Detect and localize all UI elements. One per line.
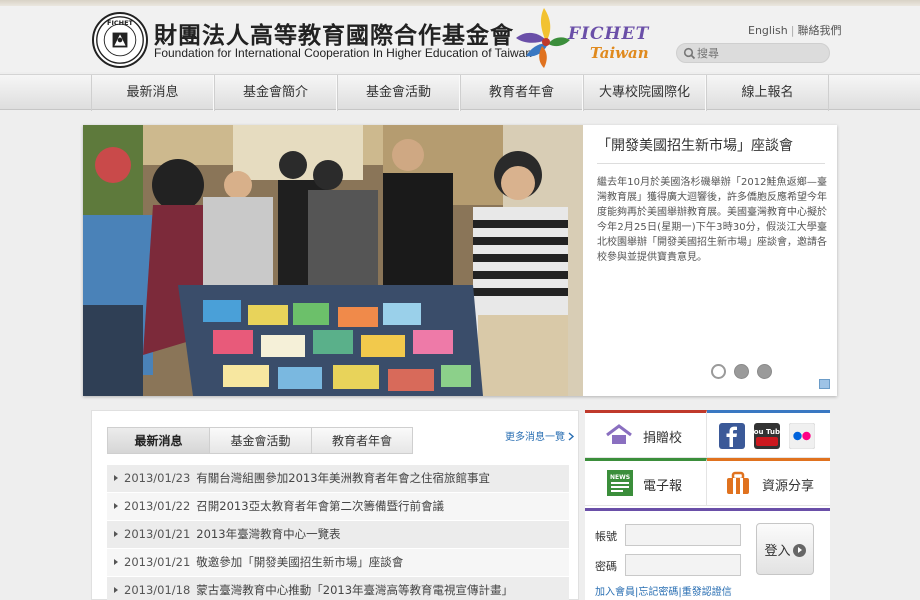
password-input[interactable] [625, 554, 741, 576]
top-links: English | 聯絡我們 [748, 22, 841, 38]
news-date: 2013/01/22 [124, 499, 191, 513]
more-news-link[interactable]: 更多消息一覽 [505, 428, 575, 443]
resources-label: 資源分享 [762, 479, 815, 494]
seal-text: FICHET [107, 19, 134, 27]
nav-item-internationalization[interactable]: 大專校院國際化 [583, 75, 706, 111]
bullet-icon [114, 503, 118, 509]
donate-tile[interactable]: 捐贈校 [585, 410, 707, 458]
donate-label: 捐贈校 [643, 431, 683, 446]
bullet-icon [114, 475, 118, 481]
slide-dot-3[interactable] [757, 364, 772, 379]
nav-item-registration[interactable]: 線上報名 [706, 75, 829, 111]
image-icon [819, 379, 830, 389]
main-nav: 最新消息 基金會簡介 基金會活動 教育者年會 大專校院國際化 線上報名 [0, 74, 920, 111]
news-date: 2013/01/21 [124, 555, 191, 569]
bullet-icon [114, 587, 118, 593]
news-panel: 最新消息 基金會活動 教育者年會 更多消息一覽 2013/01/23 有關台灣組團… [91, 410, 579, 600]
tab-annual-conference[interactable]: 教育者年會 [311, 427, 413, 454]
login-button[interactable]: 登入 [756, 523, 814, 575]
resources-tile[interactable]: 資源分享 [707, 458, 830, 506]
news-item[interactable]: 2013/01/22 召開2013亞太教育者年會第二次籌備暨行前會議 [107, 493, 569, 520]
title-divider [597, 163, 825, 164]
banner-slider: 「開發美國招生新市場」座談會 繼去年10月於美國洛杉磯舉辦「2012鮭魚返鄉—臺… [83, 125, 837, 396]
brand-line1: FICHET [568, 24, 650, 44]
org-name-en: Foundation for International Cooperation… [154, 46, 533, 60]
news-title[interactable]: 召開2013亞太教育者年會第二次籌備暨行前會議 [196, 499, 444, 513]
org-name-cn: 財團法人高等教育國際合作基金會 [154, 23, 514, 49]
login-links[interactable]: 加入會員|忘記密碼|重發認證信 [595, 583, 732, 598]
brand-line2: Taiwan [590, 44, 649, 62]
bullet-icon [114, 531, 118, 537]
banner-body: 繼去年10月於美國洛杉磯舉辦「2012鮭魚返鄉—臺灣教育展」獲得廣大迴響後，許多… [597, 177, 827, 263]
epaper-label: 電子報 [643, 479, 683, 494]
news-date: 2013/01/21 [124, 527, 191, 541]
sidebar: 捐贈校 You Tube NEWS 電子報 [585, 410, 830, 600]
news-title[interactable]: 敬邀參加「開發美國招生新市場」座談會 [196, 555, 403, 569]
news-title[interactable]: 有關台灣組團參加2013年美洲教育者年會之住宿旅館事宜 [196, 471, 490, 485]
youtube-label: You Tube [754, 428, 780, 436]
header: FICHET 財團法人高等教育國際合作基金會 Foundation for In… [0, 6, 920, 72]
news-title[interactable]: 蒙古臺灣教育中心推動「2013年臺灣高等教育電視宣傳計畫」 [196, 583, 513, 597]
banner-photo[interactable] [83, 125, 583, 396]
chevron-right-icon [568, 432, 575, 441]
contact-link[interactable]: 聯絡我們 [797, 24, 841, 37]
news-badge: NEWS [610, 474, 630, 481]
search-input[interactable] [697, 45, 825, 61]
tab-activities[interactable]: 基金會活動 [209, 427, 311, 454]
slide-dot-2[interactable] [734, 364, 749, 379]
account-input[interactable] [625, 524, 741, 546]
house-icon [606, 424, 632, 444]
nav-item-about[interactable]: 基金會簡介 [214, 75, 337, 111]
nav-item-news[interactable]: 最新消息 [91, 75, 214, 111]
news-item[interactable]: 2013/01/21 敬邀參加「開發美國招生新市場」座談會 [107, 549, 569, 576]
search-icon[interactable] [683, 47, 696, 60]
news-date: 2013/01/18 [124, 583, 191, 597]
banner-story: 「開發美國招生新市場」座談會 繼去年10月於美國洛杉磯舉辦「2012鮭魚返鄉—臺… [583, 125, 837, 396]
login-button-label: 登入 [764, 543, 791, 559]
more-news-label: 更多消息一覽 [505, 432, 565, 443]
english-link[interactable]: English [748, 24, 788, 37]
tab-latest-news[interactable]: 最新消息 [107, 427, 209, 454]
login-box: 帳號 密碼 登入 加入會員|忘記密碼|重發認證信 [585, 508, 830, 600]
arrow-right-icon [792, 543, 806, 557]
banner-title[interactable]: 「開發美國招生新市場」座談會 [597, 135, 793, 155]
nav-item-annual-conference[interactable]: 教育者年會 [460, 75, 583, 111]
youtube-icon[interactable]: You Tube [754, 423, 780, 449]
link-separator: | [790, 24, 795, 37]
bullet-icon [114, 559, 118, 565]
news-list: 2013/01/23 有關台灣組團參加2013年美洲教育者年會之住宿旅館事宜 20… [107, 465, 569, 600]
news-title[interactable]: 2013年臺灣教育中心一覽表 [196, 527, 340, 541]
news-date: 2013/01/23 [124, 471, 191, 485]
social-tile: You Tube [707, 410, 830, 458]
foundation-seal-icon[interactable]: FICHET [92, 12, 148, 68]
news-item[interactable]: 2013/01/18 蒙古臺灣教育中心推動「2013年臺灣高等教育電視宣傳計畫」 [107, 577, 569, 600]
slide-dot-1[interactable] [711, 364, 726, 379]
facebook-icon[interactable] [719, 423, 745, 449]
briefcase-icon [727, 471, 749, 494]
news-item[interactable]: 2013/01/21 2013年臺灣教育中心一覽表 [107, 521, 569, 548]
epaper-tile[interactable]: NEWS 電子報 [585, 458, 707, 506]
news-tabs: 最新消息 基金會活動 教育者年會 [107, 427, 413, 454]
search-box[interactable] [676, 43, 830, 63]
news-icon: NEWS [607, 470, 633, 496]
account-label: 帳號 [595, 530, 617, 543]
nav-item-activities[interactable]: 基金會活動 [337, 75, 460, 111]
news-item[interactable]: 2013/01/23 有關台灣組團參加2013年美洲教育者年會之住宿旅館事宜 [107, 465, 569, 492]
password-label: 密碼 [595, 560, 617, 573]
flickr-icon[interactable] [789, 423, 815, 449]
slide-indicator [711, 364, 772, 379]
